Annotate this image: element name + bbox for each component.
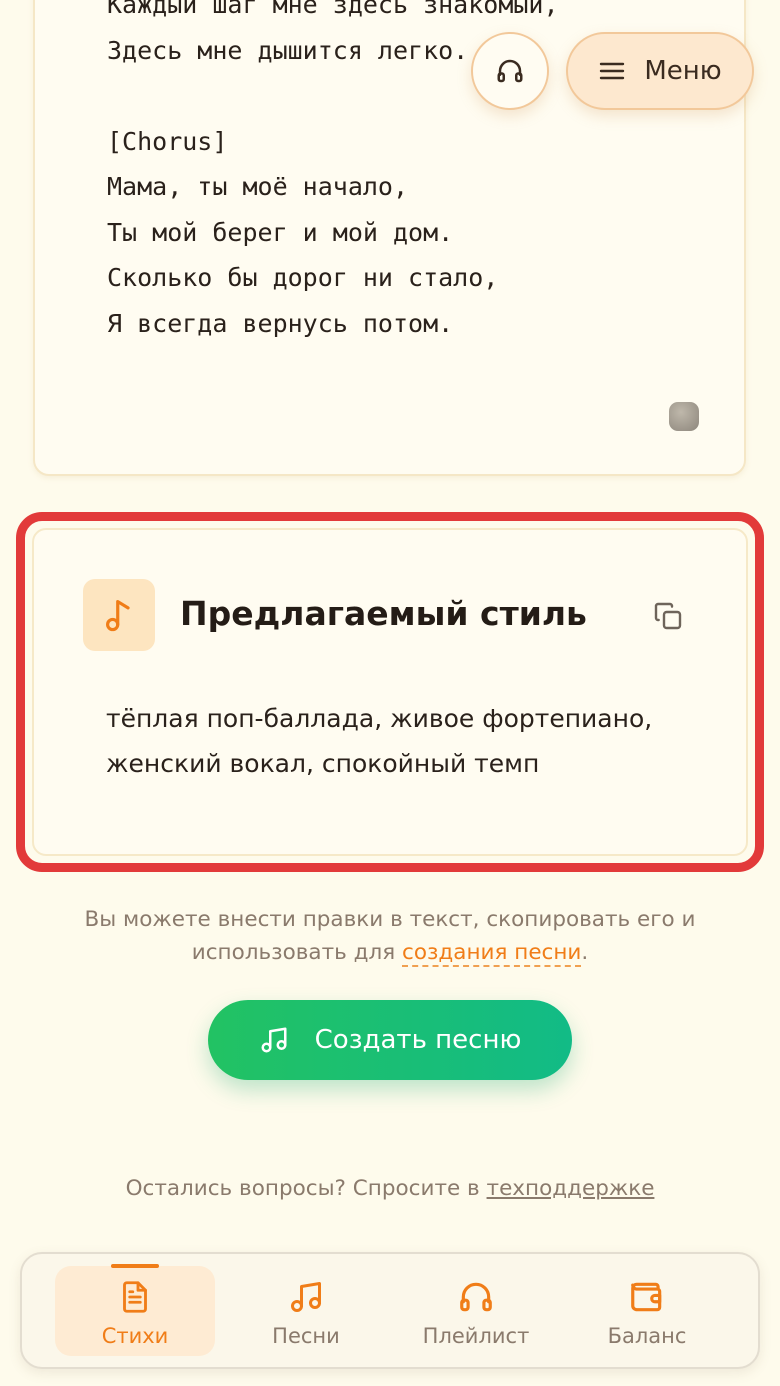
active-indicator (111, 1264, 159, 1268)
nav-item-playlist[interactable]: Плейлист (396, 1266, 556, 1356)
document-icon (123, 1281, 147, 1313)
nav-item-lyrics[interactable]: Стихи (55, 1264, 215, 1356)
player-button[interactable] (471, 32, 549, 110)
nav-label: Песни (272, 1324, 340, 1348)
edit-hint: Вы можете внести правки в текст, скопиро… (60, 903, 720, 969)
bottom-nav: Стихи Песни Плейлист Баланс (20, 1252, 760, 1369)
support-link[interactable]: техподдержке (487, 1176, 655, 1201)
nav-label: Баланс (607, 1324, 687, 1348)
copy-button[interactable] (646, 594, 690, 638)
create-song-button[interactable]: Создать песню (208, 1000, 572, 1080)
style-title: Предлагаемый стиль (180, 594, 587, 633)
hint-text-end: . (581, 940, 589, 965)
support-prefix: Остались вопросы? Спросите в (125, 1176, 487, 1201)
wallet-icon (631, 1282, 662, 1312)
create-song-link[interactable]: создания песни (402, 940, 582, 967)
resize-handle[interactable] (669, 402, 699, 431)
nav-label: Стихи (101, 1324, 169, 1348)
hint-text: Вы можете внести правки в текст, скопиро… (84, 907, 696, 965)
suggested-style-card: Предлагаемый стиль тёплая поп-баллада, ж… (32, 528, 748, 856)
support-text: Остались вопросы? Спросите в техподдержк… (0, 1176, 780, 1201)
nav-label: Плейлист (422, 1324, 530, 1348)
nav-item-songs[interactable]: Песни (226, 1266, 386, 1356)
menu-label: Меню (644, 56, 722, 86)
music-note-icon (106, 599, 130, 632)
style-icon-box (83, 579, 155, 651)
headphones-icon (497, 59, 523, 83)
hamburger-icon (600, 62, 625, 80)
nav-item-balance[interactable]: Баланс (567, 1266, 727, 1356)
headphones-icon (460, 1282, 492, 1312)
copy-icon (654, 602, 682, 630)
music-notes-icon (291, 1282, 321, 1312)
create-song-label: Создать песню (314, 1025, 522, 1055)
menu-button[interactable]: Меню (566, 32, 754, 110)
music-notes-icon (261, 1027, 287, 1053)
style-description: тёплая поп-баллада, живое фортепиано, же… (106, 704, 653, 778)
